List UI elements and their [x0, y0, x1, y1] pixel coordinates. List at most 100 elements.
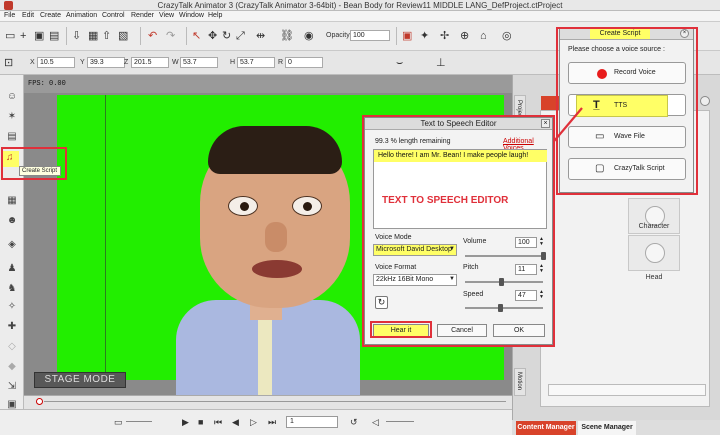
character-nose [265, 222, 287, 252]
menu-view[interactable]: View [159, 12, 174, 19]
loop-icon[interactable]: ↺ [350, 417, 358, 428]
motion-side-tab[interactable]: Motion [514, 368, 526, 396]
menu-bar: File Edit Create Animation Control Rende… [0, 11, 720, 22]
head-thumbnail[interactable] [628, 235, 680, 271]
open-icon[interactable]: ▣ [34, 30, 44, 42]
x-label: X [30, 59, 35, 66]
export-tool-icon[interactable]: ⇲ [6, 381, 18, 392]
create-script-tooltip: Create Script [19, 166, 61, 176]
home-icon[interactable]: ⌂ [480, 30, 487, 42]
save-icon[interactable]: ▤ [49, 30, 59, 42]
character-left-eye [228, 196, 258, 216]
r-label: R [278, 59, 284, 66]
run-icon[interactable]: ♞ [6, 283, 18, 294]
stage-mode-button[interactable]: STAGE MODE [34, 372, 126, 388]
first-frame-icon[interactable]: ⏮ [214, 417, 222, 428]
y-input[interactable]: 39.3 [87, 57, 125, 68]
walk-icon[interactable]: ♟ [6, 263, 18, 274]
redo-icon[interactable]: ↷ [166, 30, 175, 42]
scale-icon[interactable]: ⤢ [236, 30, 245, 42]
w-label: W [172, 59, 179, 66]
play-icon[interactable]: ▶ [182, 417, 189, 428]
select-icon[interactable]: ↖ [192, 30, 201, 42]
r-input[interactable]: 0 [285, 57, 323, 68]
character-hair [208, 126, 342, 174]
opacity-input[interactable]: 100 [350, 30, 390, 41]
tts-editor-highlight [362, 115, 555, 347]
speech-bubble-icon[interactable]: ▭ [114, 417, 123, 428]
puppet-tool-icon[interactable]: ✚ [6, 321, 18, 332]
panel-close-icon[interactable] [700, 96, 710, 106]
tts-editor-annotation: TEXT TO SPEECH EDITOR [382, 195, 509, 206]
tab-scene-manager[interactable]: Scene Manager [578, 421, 636, 435]
last-frame-icon[interactable]: ⏭ [268, 417, 276, 428]
puppet-icon[interactable]: ✦ [420, 30, 429, 42]
timeline-bar [24, 395, 512, 409]
menu-create[interactable]: Create [40, 12, 61, 19]
zoom-slider[interactable] [126, 421, 152, 422]
left-toolbar: ☺ ✶ ▤ ♪ ▦ ☻ ◈ ♟ ♞ ✧ ✚ ◇ ◆ ⇲ ▣ [0, 75, 24, 415]
volume-slider-bar[interactable] [386, 421, 414, 422]
pose-icon[interactable]: ✧ [6, 301, 18, 312]
link-icon[interactable]: ⛓ [280, 30, 294, 42]
stop-icon[interactable]: ■ [198, 417, 203, 427]
timeline-track[interactable] [44, 401, 506, 402]
actor-icon[interactable]: ☺ [6, 91, 18, 102]
align-icon[interactable]: ⊥ [436, 57, 446, 69]
character-tie [258, 318, 272, 396]
tab-content-manager[interactable]: Content Manager [516, 421, 576, 435]
import-icon[interactable]: ⇩ [72, 30, 81, 42]
menu-render[interactable]: Render [131, 12, 154, 19]
undo-icon[interactable]: ↶ [148, 30, 157, 42]
rotate-icon[interactable]: ↻ [222, 30, 231, 42]
next-frame-icon[interactable]: ▷ [250, 417, 257, 428]
frame-input[interactable]: 1 [286, 416, 338, 428]
volume-icon[interactable]: ◁ [372, 417, 379, 428]
h-input[interactable]: 53.7 [237, 57, 275, 68]
add-icon[interactable]: + [20, 30, 26, 42]
timeline-playhead[interactable] [36, 398, 43, 405]
h-label: H [230, 59, 236, 66]
record-icon[interactable]: ▣ [402, 30, 412, 42]
character-right-eye [292, 196, 322, 216]
move-icon[interactable]: ✥ [208, 30, 217, 42]
visibility-eye-icon[interactable]: ◉ [304, 30, 314, 42]
menu-window[interactable]: Window [179, 12, 204, 19]
transform-icon[interactable]: ✢ [440, 30, 449, 42]
fps-readout: FPS: 0.00 [28, 80, 66, 88]
previous-frame-icon[interactable]: ◀ [232, 417, 239, 428]
camera-icon[interactable]: ◎ [502, 30, 512, 42]
guide-line [105, 95, 106, 380]
lock-icon[interactable]: ⊡ [4, 57, 13, 69]
head-avatar-icon [645, 243, 665, 263]
motion-side-tab-label: Motion [516, 372, 522, 391]
disabled-tool-icon[interactable]: ◇ [6, 341, 18, 352]
head-icon[interactable]: ☻ [6, 215, 18, 226]
flip-icon[interactable]: ⇹ [256, 30, 265, 42]
menu-file[interactable]: File [4, 12, 15, 19]
w-input[interactable]: 53.7 [180, 57, 218, 68]
new-project-icon[interactable]: ▭ [5, 30, 15, 42]
y-label: Y [80, 59, 85, 66]
hear-it-highlight [370, 321, 432, 338]
screenshot-icon[interactable]: ▦ [88, 30, 98, 42]
menu-edit[interactable]: Edit [22, 12, 34, 19]
curve-icon[interactable]: ⌣ [396, 57, 403, 69]
menu-help[interactable]: Help [208, 12, 222, 19]
disabled-tool-icon-2[interactable]: ◆ [6, 361, 18, 372]
x-input[interactable]: 10.5 [37, 57, 75, 68]
render-icon[interactable]: ▧ [118, 30, 128, 42]
layer-icon[interactable]: ▤ [6, 131, 18, 142]
pin-icon[interactable]: ⊕ [460, 30, 469, 42]
z-input[interactable]: 201.5 [131, 57, 169, 68]
content-footer-bar [548, 384, 706, 396]
tts-highlight-label: TTS [614, 102, 628, 109]
3d-icon[interactable]: ◈ [6, 239, 18, 250]
character-mouth [252, 260, 302, 278]
menu-control[interactable]: Control [102, 12, 125, 19]
window-title: CrazyTalk Animator 3 (CrazyTalk Animator… [157, 1, 563, 10]
motion-icon[interactable]: ✶ [6, 111, 18, 122]
film-icon[interactable]: ▦ [6, 195, 18, 206]
menu-animation[interactable]: Animation [66, 12, 97, 19]
export-icon[interactable]: ⇧ [102, 30, 111, 42]
